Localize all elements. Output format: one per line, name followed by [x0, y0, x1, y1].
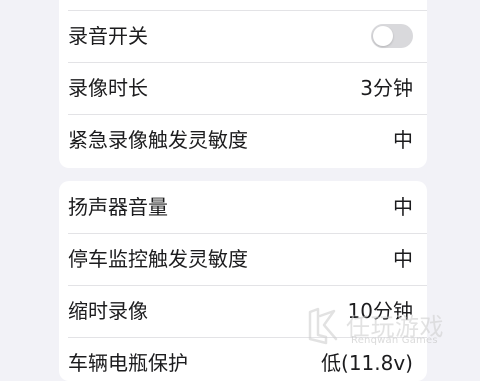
recording-duration-label: 录像时长 — [68, 76, 148, 100]
settings-row-emergency-sensitivity[interactable]: 紧急录像触发灵敏度 中 — [59, 114, 427, 166]
settings-row-partial — [59, 0, 427, 10]
battery-protection-value: 低(11.8v) — [321, 351, 413, 375]
recording-duration-value: 3分钟 — [360, 76, 413, 100]
battery-protection-label: 车辆电瓶保护 — [68, 351, 188, 375]
emergency-sensitivity-value: 中 — [393, 128, 413, 152]
settings-row-parking-sensitivity[interactable]: 停车监控触发灵敏度 中 — [59, 233, 427, 285]
audio-recording-label: 录音开关 — [68, 24, 148, 48]
speaker-volume-label: 扬声器音量 — [68, 195, 168, 219]
timelapse-value: 10分钟 — [347, 299, 413, 323]
settings-row-audio-recording[interactable]: 录音开关 — [59, 10, 427, 62]
audio-recording-toggle[interactable] — [371, 24, 413, 48]
parking-sensitivity-label: 停车监控触发灵敏度 — [68, 247, 248, 271]
settings-row-speaker-volume[interactable]: 扬声器音量 中 — [59, 181, 427, 233]
settings-row-timelapse[interactable]: 缩时录像 10分钟 — [59, 285, 427, 337]
settings-row-battery-protection[interactable]: 车辆电瓶保护 低(11.8v) — [59, 337, 427, 381]
speaker-volume-value: 中 — [393, 195, 413, 219]
toggle-knob — [373, 26, 393, 46]
timelapse-label: 缩时录像 — [68, 299, 148, 323]
emergency-sensitivity-label: 紧急录像触发灵敏度 — [68, 128, 248, 152]
parking-sensitivity-value: 中 — [393, 247, 413, 271]
settings-row-recording-duration[interactable]: 录像时长 3分钟 — [59, 62, 427, 114]
settings-group-recording: 录音开关 录像时长 3分钟 紧急录像触发灵敏度 中 — [59, 0, 427, 168]
settings-group-device: 扬声器音量 中 停车监控触发灵敏度 中 缩时录像 10分钟 车辆电瓶保护 低(1… — [59, 181, 427, 381]
